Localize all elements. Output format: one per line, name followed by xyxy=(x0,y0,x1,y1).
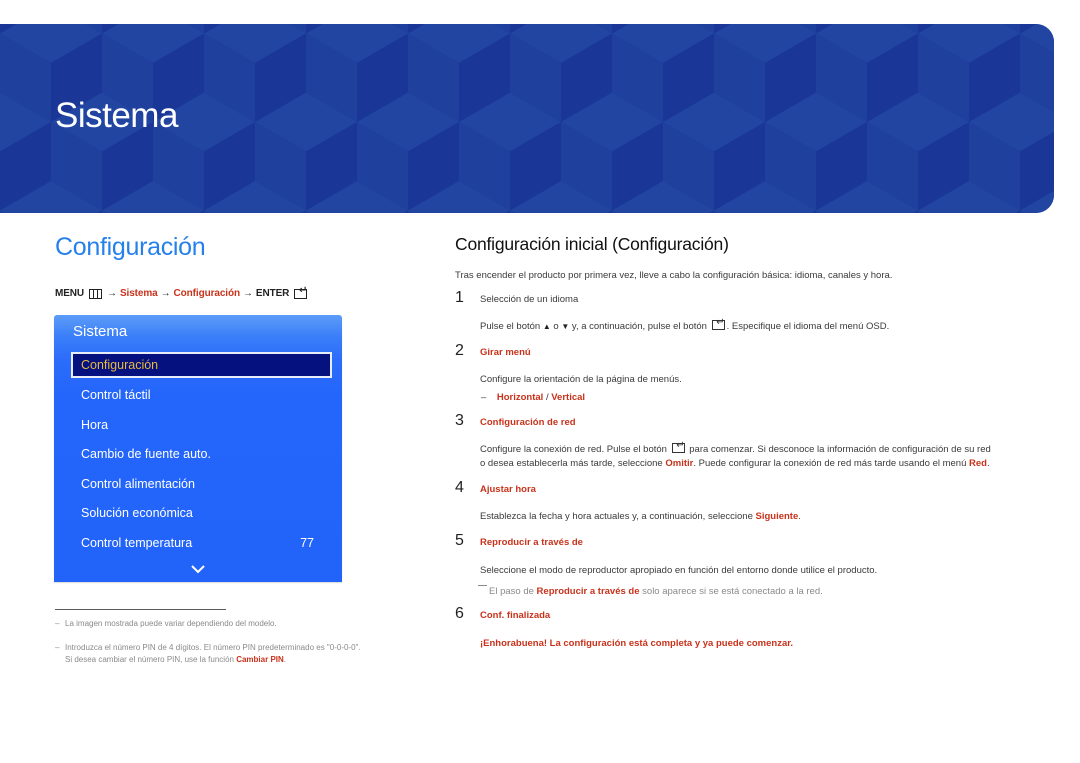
step-number: 3 xyxy=(455,412,464,429)
step-description: Establezca la fecha y hora actuales y, a… xyxy=(480,510,801,524)
content-heading: Configuración inicial (Configuración) xyxy=(455,234,729,254)
enter-icon xyxy=(671,439,685,453)
option-vertical[interactable]: Vertical xyxy=(551,392,585,403)
dash: – xyxy=(481,392,487,403)
text: Configure la conexión de red. Pulse el b… xyxy=(480,444,670,455)
text: El paso de xyxy=(489,586,537,597)
reproducir-link[interactable]: Reproducir a través de xyxy=(537,586,640,597)
step-title: Conf. finalizada xyxy=(480,610,551,621)
text: . xyxy=(986,458,990,469)
step-title: Ajustar hora xyxy=(480,484,536,495)
step-description: Seleccione el modo de reproductor apropi… xyxy=(480,565,878,576)
breadcrumb: MENU → Sistema → Configuración → ENTER xyxy=(55,285,308,299)
osd-menu-panel: Sistema Configuración Control táctil Hor… xyxy=(54,315,342,582)
text: Establezca la fecha y hora actuales y, a… xyxy=(480,511,756,522)
text: solo aparece si se está conectado a la r… xyxy=(639,586,823,597)
red-menu-link[interactable]: Red xyxy=(969,458,987,469)
breadcrumb-menu: MENU xyxy=(55,288,85,299)
step-description: Configure la orientación de la página de… xyxy=(480,374,682,385)
text: . xyxy=(798,511,801,522)
control-temperatura-value: 77 xyxy=(300,536,314,550)
step-description: Configure la conexión de red. Pulse el b… xyxy=(480,439,991,471)
menu-item-control-tactil[interactable]: Control táctil xyxy=(81,388,150,402)
menu-item-configuracion[interactable]: Configuración xyxy=(71,352,332,378)
footnote-divider xyxy=(55,609,226,610)
intro-text: Tras encender el producto por primera ve… xyxy=(455,270,893,281)
footnote-1: – La imagen mostrada puede variar dependi… xyxy=(55,619,277,628)
breadcrumb-arrow: → xyxy=(243,288,253,299)
section-title: Configuración xyxy=(55,233,206,261)
footnote-text: . xyxy=(283,655,287,664)
step-note: El paso de Reproducir a través de solo a… xyxy=(478,585,823,597)
siguiente-link[interactable]: Siguiente xyxy=(756,511,799,522)
header-banner: Sistema xyxy=(0,24,1054,213)
breadcrumb-sistema[interactable]: Sistema xyxy=(120,288,158,299)
step-number: 1 xyxy=(455,289,464,306)
menu-item-solucion-economica[interactable]: Solución económica xyxy=(81,506,193,520)
step-number: 2 xyxy=(455,342,464,359)
breadcrumb-arrow: → xyxy=(160,288,171,299)
osd-menu-title: Sistema xyxy=(73,323,128,340)
footnote-text: Si desea cambiar el número PIN, use la f… xyxy=(65,655,237,664)
footnote-2: – Introduzca el número PIN de 4 dígitos. … xyxy=(55,643,361,664)
menu-item-hora[interactable]: Hora xyxy=(81,418,108,432)
step-options: – Horizontal / Vertical xyxy=(481,391,585,405)
note-dash xyxy=(478,585,487,586)
breadcrumb-arrow: → xyxy=(107,288,117,299)
omitir-link[interactable]: Omitir xyxy=(665,458,693,469)
menu-item-cambio-fuente[interactable]: Cambio de fuente auto. xyxy=(81,447,211,461)
step-number: 4 xyxy=(455,479,464,496)
breadcrumb-enter: ENTER xyxy=(255,288,290,299)
menu-item-control-temperatura[interactable]: Control temperatura xyxy=(81,536,192,550)
step-number: 6 xyxy=(455,605,464,622)
option-horizontal[interactable]: Horizontal xyxy=(497,392,543,403)
enter-icon xyxy=(711,316,725,330)
text: Pulse el botón xyxy=(480,321,543,332)
step-title: Configuración de red xyxy=(480,417,576,428)
page-title: Sistema xyxy=(55,96,178,135)
step-title: Reproducir a través de xyxy=(480,537,583,548)
up-arrow-icon: ▲ xyxy=(542,322,551,331)
text: para comenzar. Si desconoce la informaci… xyxy=(686,444,991,455)
text: . Puede configurar la conexión de red má… xyxy=(693,458,970,469)
breadcrumb-configuracion[interactable]: Configuración xyxy=(174,288,241,299)
menu-grid-icon xyxy=(89,288,103,299)
step-title: Girar menú xyxy=(480,347,531,358)
completion-message: ¡Enhorabuena! La configuración está comp… xyxy=(480,638,794,649)
text: o desea establecerla más tarde, seleccio… xyxy=(480,458,666,469)
chevron-down-icon[interactable] xyxy=(191,565,205,574)
footnote-text: La imagen mostrada puede variar dependie… xyxy=(65,619,277,628)
step-title: Selección de un idioma xyxy=(480,294,579,305)
menu-item-control-alimentacion[interactable]: Control alimentación xyxy=(81,477,195,491)
text: o xyxy=(550,321,562,332)
cambiar-pin-link[interactable]: Cambiar PIN xyxy=(236,655,284,664)
enter-icon xyxy=(294,285,308,299)
text: . Especifique el idioma del menú OSD. xyxy=(726,321,890,332)
step-number: 5 xyxy=(455,532,464,549)
step-description: Pulse el botón ▲ o ▼ y, a continuación, … xyxy=(480,316,890,334)
footnote-text: Introduzca el número PIN de 4 dígitos. E… xyxy=(65,643,361,652)
text: y, a continuación, pulse el botón xyxy=(569,321,710,332)
